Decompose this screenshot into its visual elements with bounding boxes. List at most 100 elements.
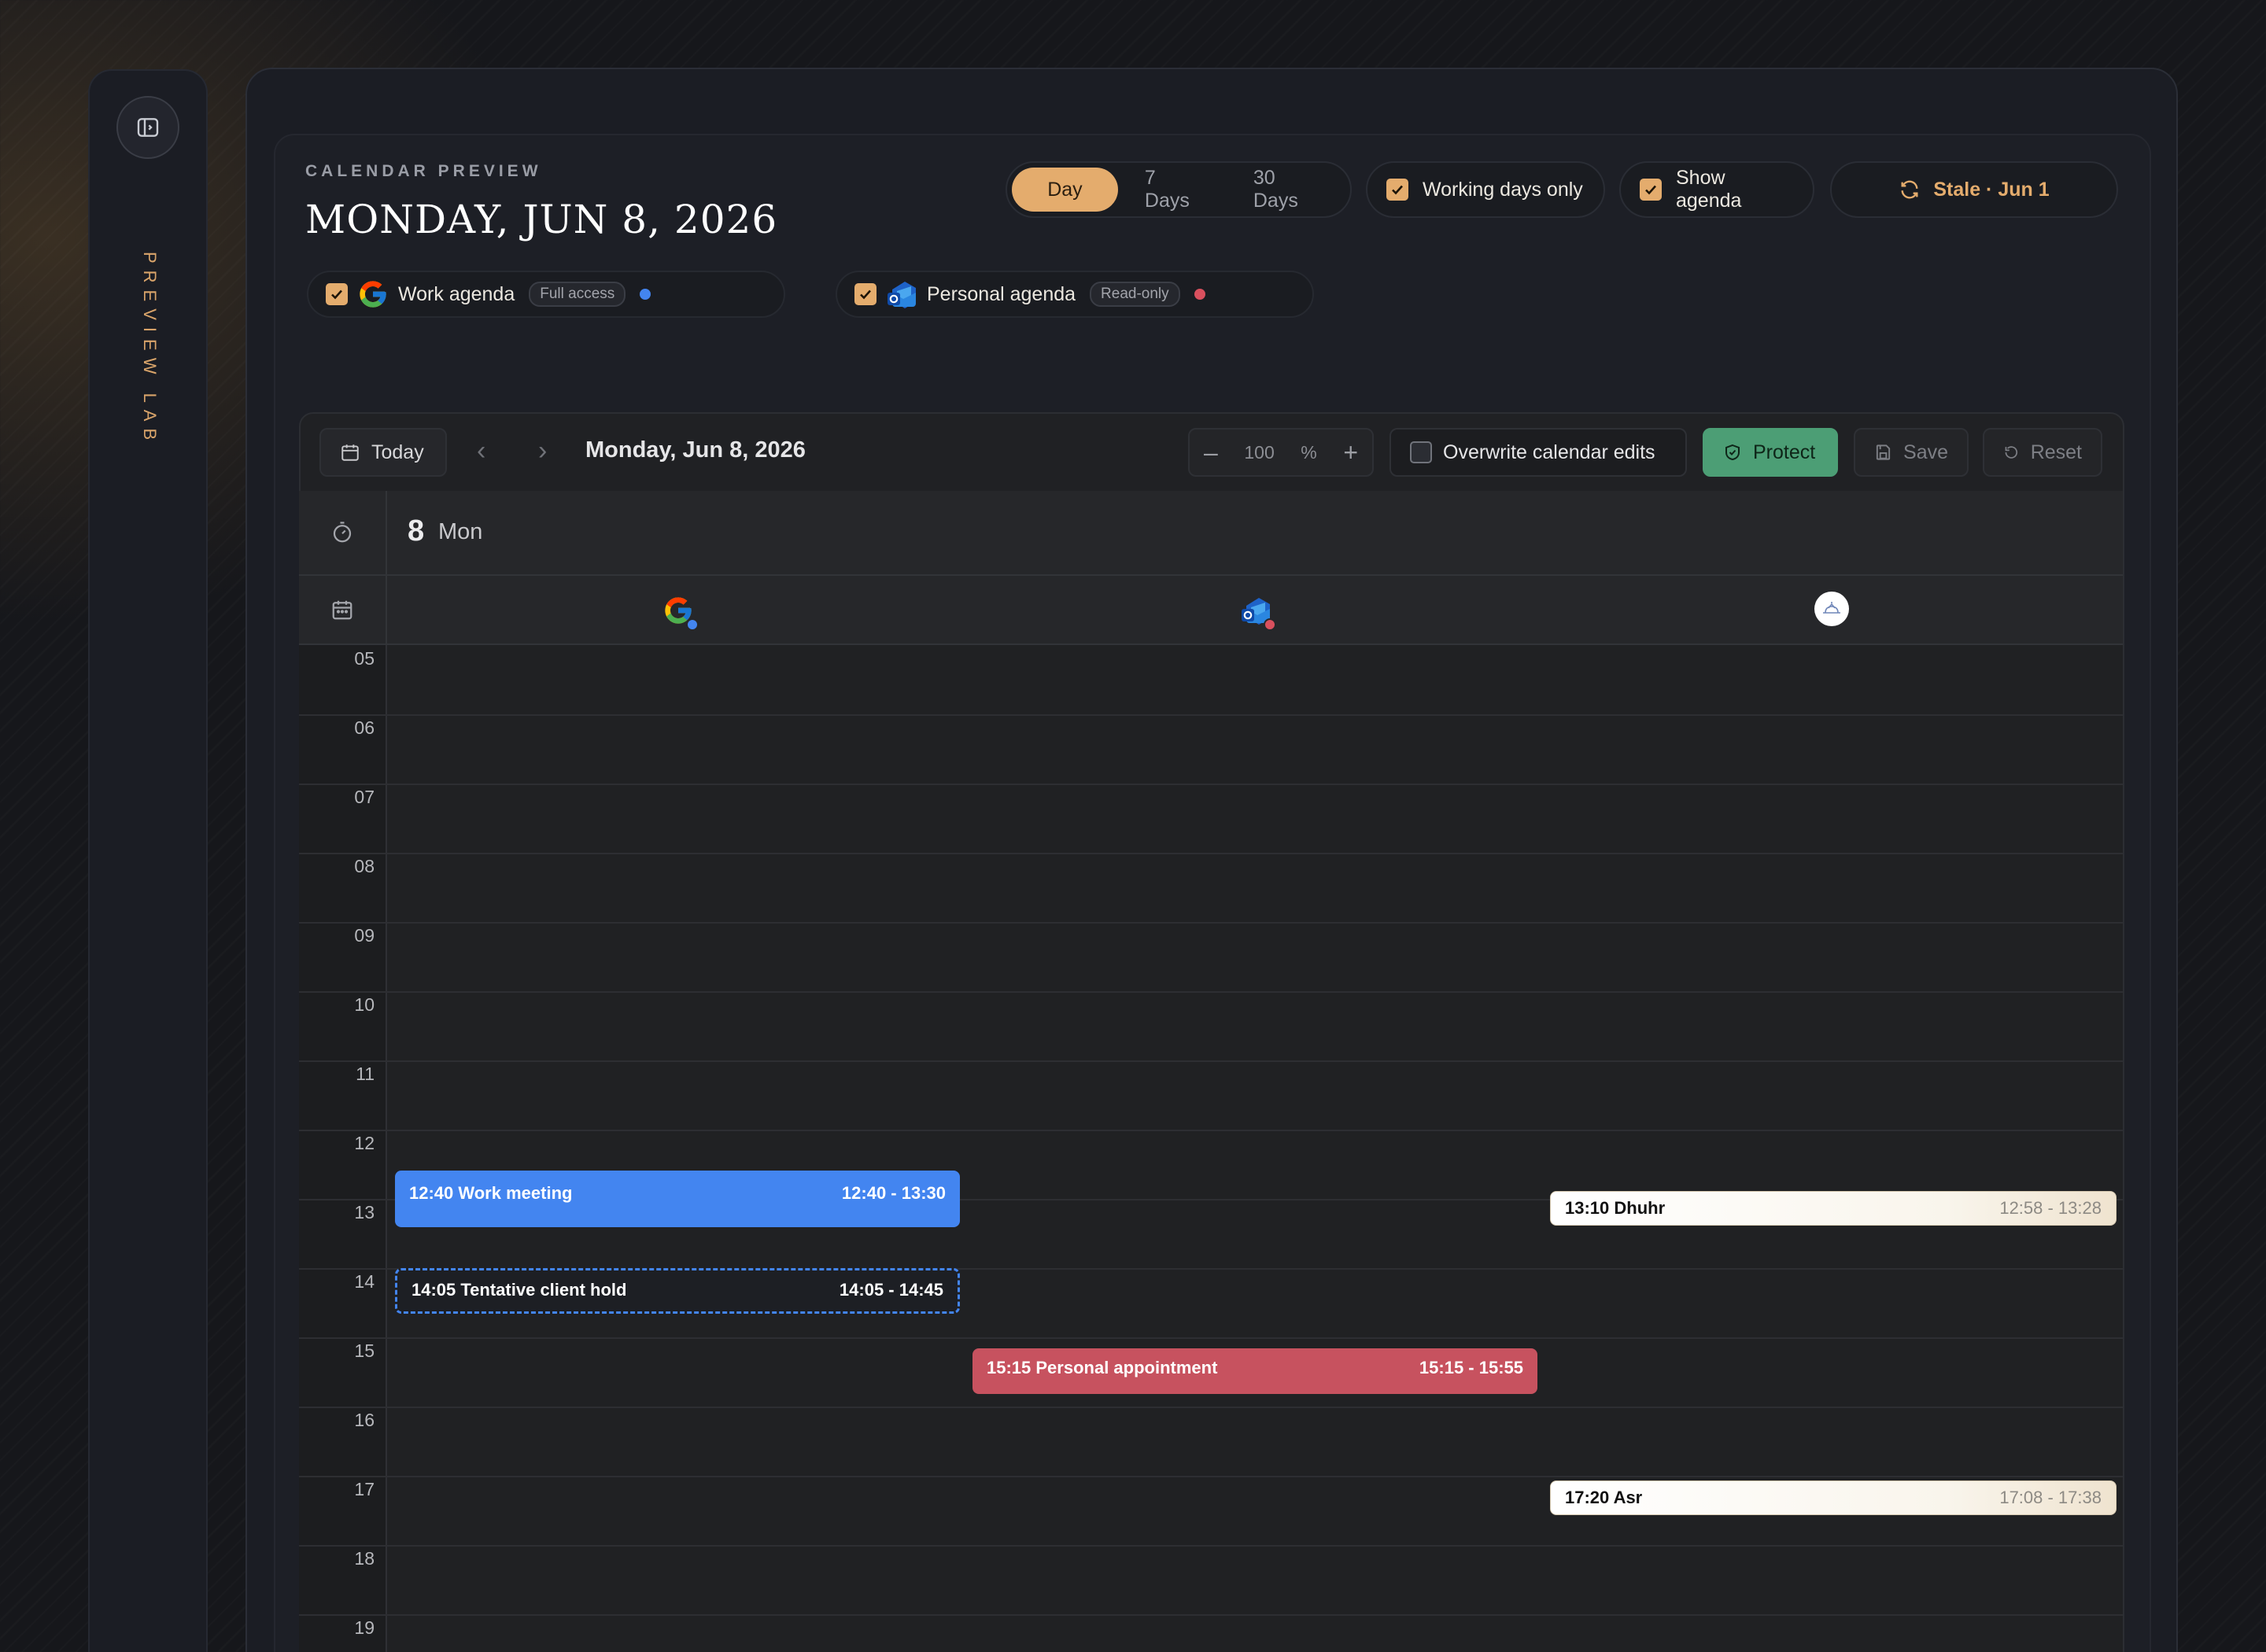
event-time: 14:05 - 14:45	[839, 1280, 943, 1300]
hour-label: 06	[354, 717, 375, 738]
range-tabs: Day 7 Days 30 Days	[1006, 161, 1352, 218]
hour-divider	[299, 1614, 2123, 1616]
overwrite-edits-toggle[interactable]: Overwrite calendar edits	[1389, 428, 1687, 477]
save-icon	[1876, 444, 1891, 460]
sidebar-toggle-icon	[137, 118, 159, 137]
working-days-checkbox[interactable]	[1386, 179, 1408, 201]
zoom-value[interactable]: 100	[1244, 442, 1274, 463]
source-color-dot	[1264, 618, 1276, 631]
reset-button[interactable]: Reset	[1983, 428, 2102, 477]
event-asr[interactable]: 17:20 Asr 17:08 - 17:38	[1550, 1481, 2117, 1515]
hour-label: 14	[354, 1271, 375, 1292]
column-prayer-source	[1814, 592, 1849, 626]
section-eyebrow: CALENDAR PREVIEW	[305, 162, 542, 180]
agenda-work[interactable]: Work agenda Full access	[307, 271, 785, 318]
event-time: 15:15 - 15:55	[1419, 1358, 1523, 1377]
hour-divider	[299, 1545, 2123, 1547]
hour-divider	[299, 1130, 2123, 1131]
reset-label: Reset	[2030, 441, 2082, 463]
check-icon	[1392, 185, 1403, 195]
reset-icon	[2005, 446, 2018, 459]
working-days-label: Working days only	[1423, 178, 1583, 201]
hour-divider	[299, 714, 2123, 716]
agenda-personal-checkbox[interactable]	[854, 283, 877, 305]
hour-divider	[299, 1060, 2123, 1062]
tab-7-days[interactable]: 7 Days	[1121, 167, 1227, 212]
calendar-source-cell	[299, 576, 387, 645]
calendar-icon	[332, 600, 352, 620]
hour-label: 11	[356, 1064, 375, 1084]
prayer-times-icon	[1823, 602, 1840, 614]
hour-label: 18	[354, 1548, 375, 1569]
agenda-personal[interactable]: Personal agenda Read-only	[836, 271, 1314, 318]
today-button[interactable]: Today	[319, 428, 447, 477]
event-work-meeting[interactable]: 12:40 Work meeting 12:40 - 13:30	[395, 1171, 960, 1227]
show-agenda-checkbox[interactable]	[1640, 179, 1662, 201]
event-title: 12:40 Work meeting	[409, 1183, 573, 1203]
event-title: 17:20 Asr	[1565, 1488, 1643, 1507]
agenda-personal-color-dot	[1194, 289, 1205, 300]
today-label: Today	[371, 441, 424, 463]
hour-label: 07	[354, 787, 375, 807]
zoom-in-button[interactable]: +	[1343, 438, 1358, 467]
zoom-stepper: – 100 % +	[1188, 428, 1374, 477]
hour-divider	[299, 1337, 2123, 1339]
hour-divider	[299, 991, 2123, 993]
hour-divider	[299, 922, 2123, 924]
sync-status-button[interactable]: Stale · Jun 1	[1830, 161, 2118, 218]
hour-label: 19	[354, 1617, 375, 1638]
event-personal-appointment[interactable]: 15:15 Personal appointment 15:15 - 15:55	[972, 1348, 1537, 1394]
agenda-personal-label: Personal agenda	[927, 282, 1076, 305]
save-label: Save	[1903, 441, 1948, 463]
outlook-icon	[888, 282, 916, 308]
event-dhuhr[interactable]: 13:10 Dhuhr 12:58 - 13:28	[1550, 1191, 2117, 1226]
chevron-right-icon[interactable]: ›	[538, 437, 547, 464]
hour-divider	[299, 1407, 2123, 1408]
hour-label: 17	[354, 1479, 375, 1499]
column-personal-source	[1238, 593, 1276, 631]
event-time: 17:08 - 17:38	[1999, 1488, 2102, 1507]
hour-label: 16	[354, 1410, 375, 1430]
day-number: 8	[408, 514, 425, 548]
refresh-icon	[1901, 180, 1918, 199]
hour-label: 05	[354, 648, 375, 669]
zoom-unit: %	[1301, 441, 1317, 463]
calendar-date-label: Monday, Jun 8, 2026	[585, 437, 806, 463]
timezone-cell	[299, 491, 387, 576]
sync-status-label: Stale · Jun 1	[1933, 178, 2050, 201]
zoom-out-button[interactable]: –	[1204, 438, 1218, 467]
event-time: 12:40 - 13:30	[841, 1183, 946, 1203]
show-agenda-toggle[interactable]: Show agenda	[1619, 161, 1814, 218]
hour-label: 12	[354, 1133, 375, 1153]
event-title: 15:15 Personal appointment	[987, 1358, 1218, 1377]
tab-day[interactable]: Day	[1012, 168, 1118, 212]
overwrite-edits-label: Overwrite calendar edits	[1443, 441, 1655, 463]
agenda-work-color-dot	[640, 289, 651, 300]
overwrite-edits-checkbox[interactable]	[1410, 441, 1432, 463]
check-icon	[1645, 185, 1656, 195]
hour-divider	[299, 1476, 2123, 1477]
event-tentative-client-hold[interactable]: 14:05 Tentative client hold 14:05 - 14:4…	[395, 1268, 960, 1314]
calendar-icon	[341, 444, 359, 461]
column-work-source	[661, 593, 699, 631]
stopwatch-icon	[333, 522, 352, 543]
save-button[interactable]: Save	[1854, 428, 1969, 477]
show-agenda-label: Show agenda	[1676, 167, 1742, 212]
event-title: 13:10 Dhuhr	[1565, 1198, 1666, 1218]
sidebar-title: PREVIEW LAB	[140, 252, 160, 448]
page-title: MONDAY, JUN 8, 2026	[305, 197, 778, 242]
hour-label: 08	[354, 856, 375, 876]
day-header	[387, 491, 2123, 576]
tab-30-days[interactable]: 30 Days	[1230, 167, 1345, 212]
hour-divider	[299, 784, 2123, 785]
sidebar-toggle-button[interactable]	[116, 96, 179, 159]
chevron-left-icon[interactable]: ‹	[477, 437, 485, 464]
sidebar-rail: PREVIEW LAB	[88, 69, 208, 1652]
agenda-work-checkbox[interactable]	[326, 283, 348, 305]
working-days-toggle[interactable]: Working days only	[1366, 161, 1605, 218]
protect-button[interactable]: Protect	[1703, 428, 1838, 477]
day-name: Mon	[438, 519, 483, 544]
check-icon	[860, 289, 871, 300]
agenda-personal-badge: Read-only	[1090, 282, 1180, 307]
hour-label: 10	[354, 994, 375, 1015]
